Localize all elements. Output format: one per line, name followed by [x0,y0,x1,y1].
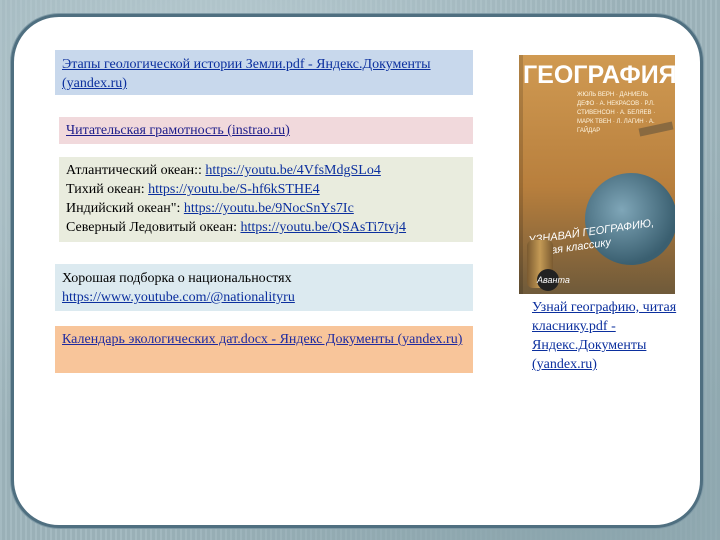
ocean-link-arctic[interactable]: https://youtu.be/QSAsTi7tvj4 [240,220,406,235]
book-caption: Узнай географию, читая класнику.pdf - Ян… [532,298,682,374]
ocean-link-atlantic[interactable]: https://youtu.be/4VfsMdgSLo4 [205,163,380,178]
ocean-label: Тихий океан: [66,182,145,197]
nationalities-text: Хорошая подборка о национальностях [62,271,292,286]
ocean-line-atlantic: Атлантический океан:: https://youtu.be/4… [66,161,466,180]
ocean-label: Северный Ледовитый океан: [66,220,237,235]
ocean-line-pacific: Тихий океан: https://youtu.be/S-hf6kSTHE… [66,180,466,199]
ocean-line-arctic: Северный Ледовитый океан: https://youtu.… [66,218,466,237]
nationalities-box: Хорошая подборка о национальностях https… [55,264,473,311]
book-spine [519,55,523,294]
ocean-line-indian: Индийский океан": https://youtu.be/9NocS… [66,199,466,218]
oceans-box: Атлантический океан:: https://youtu.be/4… [59,157,473,242]
ecology-link[interactable]: Календарь экологических дат.docx - Яндек… [62,332,462,347]
ocean-label: Индийский океан": [66,201,181,216]
nationalities-link[interactable]: https://www.youtube.com/@nationalityru [62,290,295,305]
book-title: ГЕОГРАФИЯ [523,61,675,89]
book-cover-image[interactable]: ГЕОГРАФИЯ ЖЮЛЬ ВЕРН · ДАНИЕЛЬ ДЕФО · А. … [519,55,675,294]
publisher-logo: Аванта [537,269,570,291]
literacy-box: Читательская грамотность (instrao.ru) [59,117,473,144]
book-link[interactable]: Узнай географию, читая класнику.pdf - Ян… [532,300,676,372]
ecology-box: Календарь экологических дат.docx - Яндек… [55,326,473,373]
ocean-link-indian[interactable]: https://youtu.be/9NocSnYs7Ic [184,201,354,216]
geology-link[interactable]: Этапы геологической истории Земли.pdf - … [62,57,431,91]
geology-box: Этапы геологической истории Земли.pdf - … [55,50,473,95]
literacy-link[interactable]: Читательская грамотность (instrao.ru) [66,123,290,138]
ocean-label: Атлантический океан:: [66,163,202,178]
ocean-link-pacific[interactable]: https://youtu.be/S-hf6kSTHE4 [148,182,320,197]
